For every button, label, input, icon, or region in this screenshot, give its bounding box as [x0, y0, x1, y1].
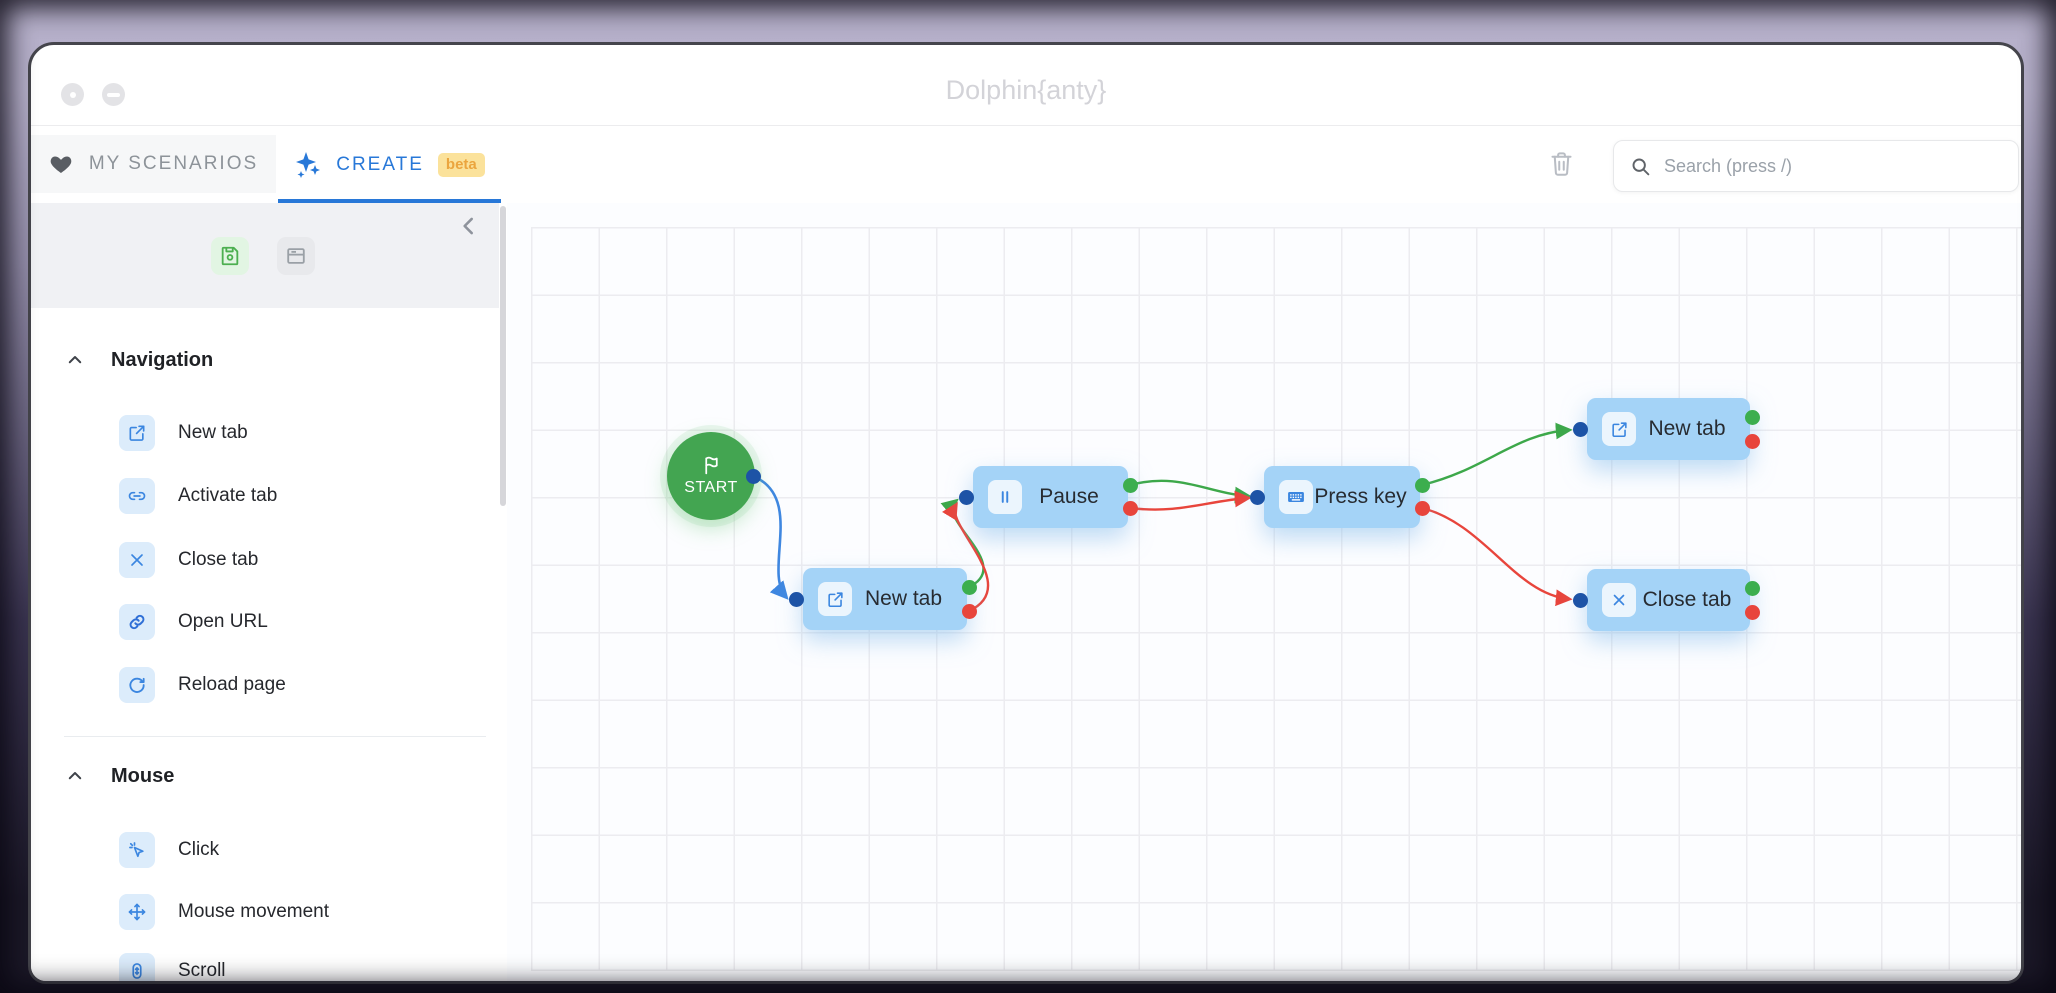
port-new-tab-2-success[interactable]: [1745, 410, 1760, 425]
save-scenario-button[interactable]: [211, 237, 249, 275]
chevron-up-icon: [66, 767, 84, 785]
edges-layer: [507, 203, 2021, 981]
sidebar-item-open-url[interactable]: Open URL: [119, 600, 268, 644]
sidebar-item-new-tab[interactable]: New tab: [119, 411, 248, 455]
sidebar-scrollbar[interactable]: [500, 206, 506, 506]
search-input[interactable]: [1662, 155, 2004, 178]
port-start-output[interactable]: [746, 469, 761, 484]
node-close-tab[interactable]: Close tab: [1587, 569, 1750, 631]
sidebar-item-scroll[interactable]: Scroll: [119, 949, 226, 984]
search-icon: [1630, 156, 1651, 177]
port-new-tab-1-input[interactable]: [789, 592, 804, 607]
chevron-left-icon: [456, 213, 482, 239]
port-new-tab-2-error[interactable]: [1745, 434, 1760, 449]
sidebar-item-activate-tab[interactable]: Activate tab: [119, 474, 277, 518]
port-press-key-input[interactable]: [1250, 490, 1265, 505]
new-tab-icon: [818, 582, 852, 616]
sparkles-icon: [294, 151, 322, 179]
section-header-navigation[interactable]: Navigation: [66, 342, 213, 378]
mouse-movement-icon: [119, 894, 155, 930]
port-close-tab-error[interactable]: [1745, 605, 1760, 620]
sidebar-item-label: New tab: [178, 422, 248, 444]
activate-tab-icon: [119, 478, 155, 514]
scenario-canvas[interactable]: START New tab: [507, 203, 2021, 981]
delete-scenario-button[interactable]: [1548, 150, 1575, 182]
node-pause[interactable]: Pause: [973, 466, 1128, 528]
keyboard-icon: [1279, 480, 1313, 514]
trash-icon: [1548, 150, 1575, 177]
tab-my-scenarios-label: MY SCENARIOS: [89, 153, 258, 175]
script-view-button[interactable]: [277, 237, 315, 275]
sidebar-item-label: Click: [178, 839, 219, 861]
port-close-tab-success[interactable]: [1745, 581, 1760, 596]
node-label: Pause: [1022, 485, 1128, 509]
new-tab-icon: [1602, 412, 1636, 446]
port-close-tab-input[interactable]: [1573, 593, 1588, 608]
sidebar-item-label: Open URL: [178, 611, 268, 633]
port-press-key-success[interactable]: [1415, 478, 1430, 493]
tab-bar: MY SCENARIOS CREATE beta: [31, 126, 2021, 203]
window-title: Dolphin{anty}: [31, 75, 2021, 106]
edge-pause-success-to-press-key[interactable]: [1130, 481, 1248, 496]
main-content: Navigation New tab: [31, 203, 2021, 981]
browser-window-icon: [285, 245, 307, 267]
search-box[interactable]: [1613, 140, 2019, 192]
port-press-key-error[interactable]: [1415, 501, 1430, 516]
desktop-background: Dolphin{anty} MY SCENARIOS CREATE beta: [0, 0, 2056, 993]
port-new-tab-1-error[interactable]: [962, 604, 977, 619]
tab-create-label: CREATE: [336, 154, 424, 176]
open-url-icon: [119, 604, 155, 640]
sidebar-item-label: Mouse movement: [178, 901, 329, 923]
node-new-tab-1[interactable]: New tab: [803, 568, 967, 630]
sidebar-item-label: Activate tab: [178, 485, 277, 507]
actions-sidebar: Navigation New tab: [31, 203, 507, 981]
sidebar-item-label: Close tab: [178, 549, 258, 571]
tab-my-scenarios[interactable]: MY SCENARIOS: [31, 135, 276, 193]
sidebar-item-label: Scroll: [178, 960, 226, 982]
port-pause-input[interactable]: [959, 490, 974, 505]
section-header-mouse[interactable]: Mouse: [66, 758, 174, 794]
node-new-tab-2[interactable]: New tab: [1587, 398, 1750, 460]
node-start[interactable]: START: [667, 432, 755, 520]
sidebar-item-reload-page[interactable]: Reload page: [119, 663, 286, 707]
port-pause-error[interactable]: [1123, 501, 1138, 516]
reload-page-icon: [119, 667, 155, 703]
close-tab-icon: [119, 542, 155, 578]
sidebar-item-label: Reload page: [178, 674, 286, 696]
node-label: New tab: [1636, 417, 1750, 441]
beta-badge: beta: [438, 153, 485, 177]
app-window: Dolphin{anty} MY SCENARIOS CREATE beta: [28, 42, 2024, 984]
edge-start-to-new-tab-1[interactable]: [753, 476, 786, 597]
edge-press-key-success-to-new-tab-2[interactable]: [1422, 430, 1569, 485]
section-divider: [64, 736, 486, 737]
flag-icon: [701, 455, 722, 476]
scroll-icon: [119, 953, 155, 984]
collapse-sidebar-button[interactable]: [456, 213, 482, 244]
new-tab-icon: [119, 415, 155, 451]
node-label: START: [684, 479, 737, 497]
pause-icon: [988, 480, 1022, 514]
section-label: Mouse: [111, 765, 174, 788]
node-label: Press key: [1313, 485, 1420, 509]
save-icon: [219, 245, 241, 267]
node-press-key[interactable]: Press key: [1264, 466, 1420, 528]
tab-create[interactable]: CREATE beta: [278, 126, 501, 203]
sidebar-item-close-tab[interactable]: Close tab: [119, 538, 258, 582]
edge-press-key-error-to-close-tab[interactable]: [1422, 508, 1569, 599]
node-label: New tab: [852, 587, 967, 611]
edge-pause-error-to-press-key[interactable]: [1130, 498, 1248, 510]
node-label: Close tab: [1636, 588, 1750, 612]
port-new-tab-2-input[interactable]: [1573, 422, 1588, 437]
sidebar-item-mouse-movement[interactable]: Mouse movement: [119, 890, 329, 934]
sidebar-header: [31, 203, 499, 308]
section-label: Navigation: [111, 349, 213, 372]
title-bar: Dolphin{anty}: [31, 45, 2021, 126]
sidebar-item-click[interactable]: Click: [119, 828, 219, 872]
port-pause-success[interactable]: [1123, 478, 1138, 493]
click-icon: [119, 832, 155, 868]
chevron-up-icon: [66, 351, 84, 369]
port-new-tab-1-success[interactable]: [962, 580, 977, 595]
heart-icon: [49, 152, 73, 176]
close-tab-icon: [1602, 583, 1636, 617]
